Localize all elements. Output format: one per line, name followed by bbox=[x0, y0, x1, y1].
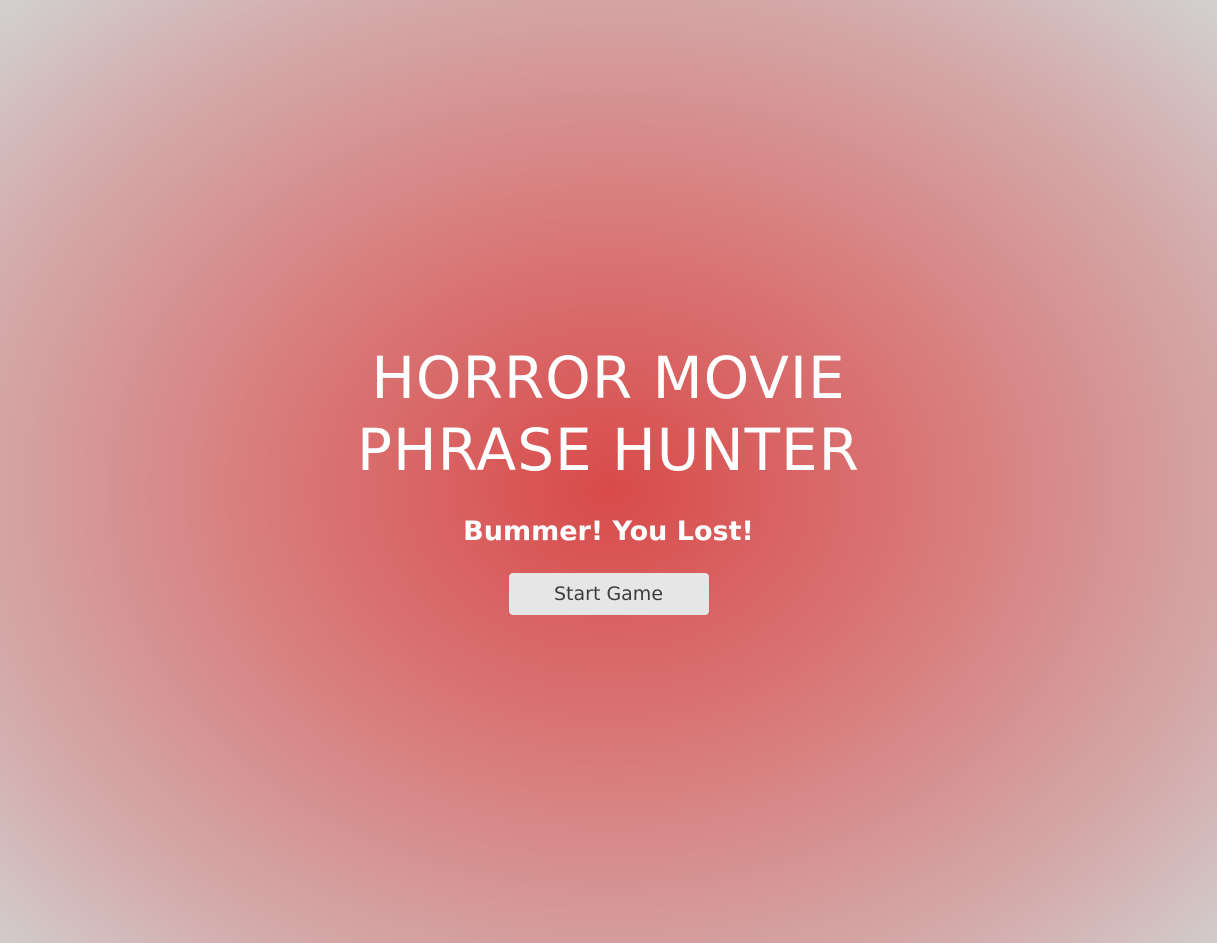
game-over-message: Bummer! You Lost! bbox=[463, 516, 754, 547]
start-overlay: HORROR MOVIE PHRASE HUNTER Bummer! You L… bbox=[0, 0, 1217, 943]
start-game-button-label: Start Game bbox=[553, 583, 664, 605]
game-title: HORROR MOVIE PHRASE HUNTER bbox=[259, 342, 959, 486]
start-game-button[interactable]: Start Game bbox=[508, 573, 709, 615]
game-title-line-1: HORROR MOVIE bbox=[371, 344, 846, 412]
game-title-line-2: PHRASE HUNTER bbox=[357, 416, 860, 484]
